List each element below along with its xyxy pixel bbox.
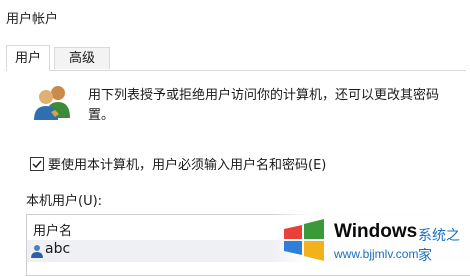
window-title: 用户帐户	[6, 12, 59, 27]
windows-logo-icon	[284, 219, 324, 261]
description-line-1: 用下列表授予或拒绝用户访问你的计算机，还可以更改其密码	[88, 88, 440, 103]
tab-advanced[interactable]: 高级	[54, 47, 110, 69]
column-header-username[interactable]: 用户名	[33, 220, 72, 239]
user-icon	[31, 245, 43, 258]
tab-strip: 用户 高级	[6, 45, 466, 71]
users-group-icon	[34, 86, 70, 120]
watermark-brand-cn: 系统之家	[418, 228, 460, 264]
local-users-label: 本机用户(U):	[26, 194, 103, 209]
watermark-brand: Windows	[334, 221, 418, 242]
checkmark-icon	[32, 160, 42, 169]
tab-users[interactable]: 用户	[6, 45, 50, 71]
require-login-checkbox[interactable]	[30, 157, 44, 171]
watermark: Windows 系统之家 www.bjjmlv.com	[270, 205, 470, 267]
description-line-2: 置。	[88, 108, 115, 123]
username-cell: abc	[45, 241, 71, 257]
watermark-url: www.bjjmlv.com	[334, 247, 419, 261]
description-text: 用下列表授予或拒绝用户访问你的计算机，还可以更改其密码 置。	[88, 86, 468, 126]
require-login-option[interactable]: 要使用本计算机，用户必须输入用户名和密码(E)	[30, 154, 326, 173]
require-login-label: 要使用本计算机，用户必须输入用户名和密码(E)	[48, 158, 327, 173]
